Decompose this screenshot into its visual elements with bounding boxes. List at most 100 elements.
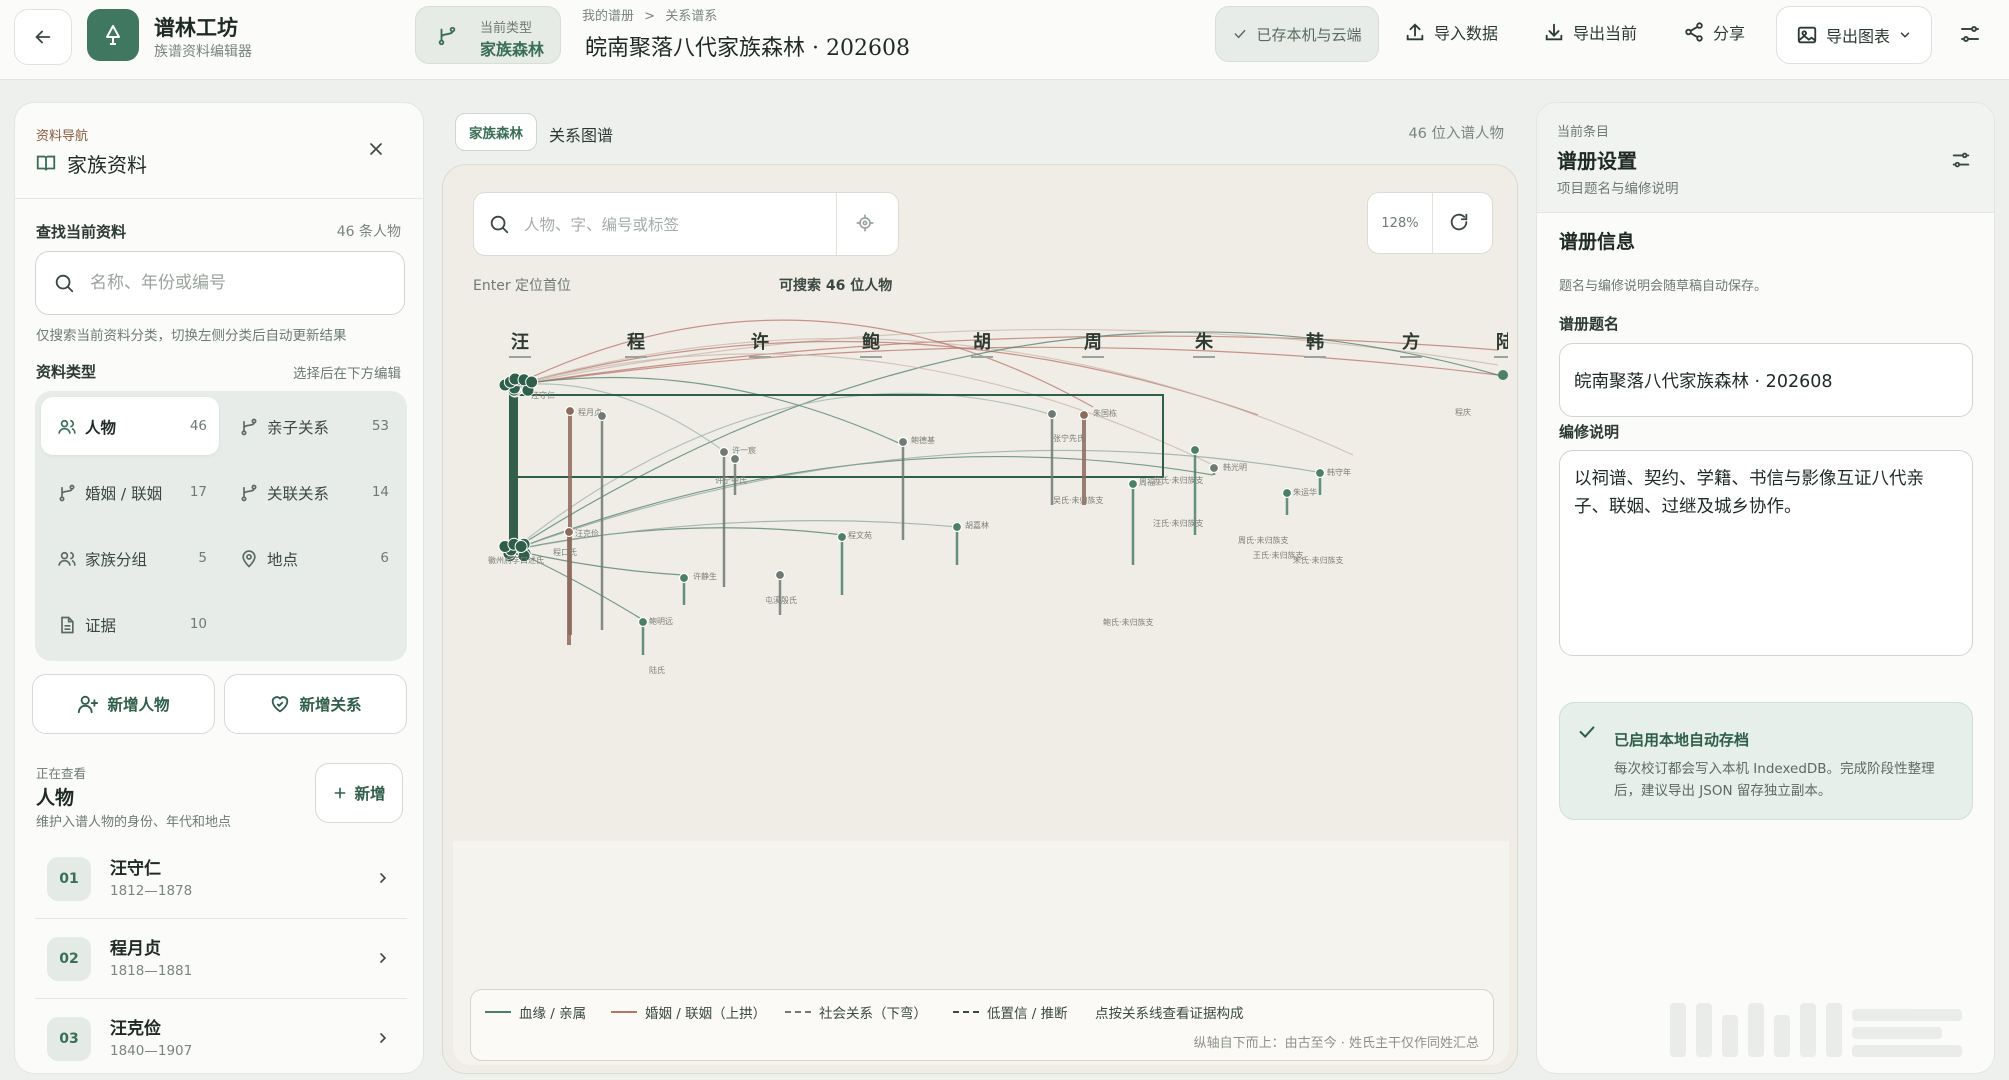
person-node-label[interactable]: 徽州府学口述氏: [488, 555, 544, 566]
add-person-button[interactable]: 新增人物: [32, 674, 215, 734]
person-node-label[interactable]: 周福三: [1139, 477, 1163, 488]
export-current-label: 导出当前: [1573, 24, 1638, 43]
person-node[interactable]: [1314, 467, 1326, 479]
register-title-field[interactable]: [1559, 343, 1973, 417]
locate-icon[interactable]: [855, 213, 875, 237]
resource-search-box[interactable]: [35, 251, 405, 315]
relation-edge[interactable]: [512, 449, 1324, 551]
graph-search-box[interactable]: [473, 192, 899, 256]
surname-column-header[interactable]: 朱: [1193, 328, 1215, 358]
person-node[interactable]: [1498, 370, 1508, 380]
surname-column-header[interactable]: 韩: [1304, 328, 1326, 358]
person-node-label[interactable]: 朱国栋: [1093, 408, 1117, 419]
person-node-label[interactable]: 韩光明: [1223, 462, 1247, 473]
breadcrumb-item[interactable]: 关系谱系: [665, 9, 717, 24]
person-node-label[interactable]: 屯溪殷氏: [765, 595, 797, 606]
person-node-label[interactable]: 朱运华: [1293, 487, 1317, 498]
category-family-group[interactable]: 家族分组 5: [41, 529, 219, 587]
person-node[interactable]: [564, 405, 576, 417]
person-node[interactable]: [1208, 462, 1220, 474]
export-current-button[interactable]: 导出当前: [1543, 20, 1637, 44]
surname-column-header[interactable]: 汪: [509, 328, 531, 358]
person-node-label[interactable]: 许静生: [693, 571, 717, 582]
person-node-label[interactable]: 程月贞: [578, 407, 602, 418]
editorial-note-field[interactable]: 以祠谱、契约、学籍、书信与影像互证八代亲子、联姻、过继及城乡协作。: [1559, 450, 1973, 656]
list-item[interactable]: 02 程月贞 1818—1881: [35, 921, 407, 999]
surname-column-header[interactable]: 许: [749, 328, 771, 358]
list-item[interactable]: 03 汪克俭 1840—1907: [35, 1001, 407, 1073]
person-node-label[interactable]: 韩守年: [1327, 467, 1351, 478]
add-relation-label: 新增关系: [299, 696, 362, 714]
person-node[interactable]: [836, 531, 848, 543]
person-index: 03: [47, 1017, 91, 1061]
surname-column-header[interactable]: 程: [625, 328, 647, 358]
person-node-label[interactable]: 陆氏: [649, 665, 665, 676]
person-node[interactable]: [951, 521, 963, 533]
graph-search-input[interactable]: [524, 209, 824, 241]
import-data-button[interactable]: 导入数据: [1404, 20, 1498, 44]
person-node-label[interactable]: 吴氏·未归族支: [1053, 495, 1104, 506]
person-node-label[interactable]: 汪氏·未归族支: [1153, 518, 1204, 529]
close-icon[interactable]: [366, 139, 386, 163]
relation-graph[interactable]: [453, 175, 1509, 985]
breadcrumb-item[interactable]: 我的谱册: [582, 9, 634, 24]
export-chart-dropdown[interactable]: 导出图表: [1776, 6, 1932, 64]
person-node[interactable]: [563, 526, 575, 538]
add-relation-button[interactable]: 新增关系: [224, 674, 407, 734]
person-node[interactable]: [514, 539, 528, 553]
person-node[interactable]: [1078, 409, 1090, 421]
person-node-label[interactable]: 许宁中氏: [715, 475, 747, 486]
person-node-label[interactable]: 程口氏: [553, 547, 577, 558]
share-button[interactable]: 分享: [1683, 20, 1745, 44]
resource-search-input[interactable]: [90, 266, 390, 300]
person-node-label[interactable]: 汪克俭: [575, 528, 599, 539]
tab-relation-graph[interactable]: 关系图谱: [549, 122, 613, 146]
person-node-label[interactable]: 鲍明远: [649, 616, 673, 627]
surname-column-header[interactable]: 陆: [1494, 328, 1508, 358]
sliders-icon[interactable]: [1950, 149, 1972, 175]
category-marriage[interactable]: 婚姻 / 联姻 17: [41, 463, 219, 521]
list-item[interactable]: 01 汪守仁 1812—1878: [35, 841, 407, 919]
person-node-label[interactable]: 张宁先氏: [1053, 433, 1085, 444]
person-node[interactable]: [1046, 408, 1058, 420]
category-people[interactable]: 人物 46: [41, 397, 219, 455]
right-panel-header: 当前条目 谱册设置 项目题名与编修说明: [1537, 103, 1994, 213]
category-place[interactable]: 地点 6: [223, 529, 401, 587]
person-node[interactable]: [718, 446, 730, 458]
person-node[interactable]: [897, 436, 909, 448]
person-node-label[interactable]: 胡嘉林: [965, 520, 989, 531]
person-node-label[interactable]: 鲍德基: [911, 435, 935, 446]
person-node-label[interactable]: 许一宸: [732, 445, 756, 456]
person-node[interactable]: [1127, 478, 1139, 490]
current-type-switch[interactable]: 当前类型 家族森林: [415, 6, 561, 64]
category-count: 53: [371, 418, 389, 434]
zoom-level[interactable]: 128%: [1368, 193, 1432, 253]
person-node-label[interactable]: 汪守仁: [531, 390, 555, 401]
surname-column-header[interactable]: 周: [1082, 328, 1104, 358]
category-count: 6: [380, 550, 389, 566]
new-record-button[interactable]: 新增: [315, 763, 403, 823]
person-node-label[interactable]: 周氏·未归族支: [1238, 535, 1289, 546]
person-node-label[interactable]: 程文苑: [848, 530, 872, 541]
person-node[interactable]: [637, 616, 649, 628]
surname-column-header[interactable]: 方: [1400, 328, 1422, 358]
person-node-label[interactable]: 程庆: [1455, 407, 1471, 418]
reset-view-icon[interactable]: [1448, 211, 1470, 237]
person-node[interactable]: [525, 375, 539, 389]
back-button[interactable]: [14, 9, 72, 65]
category-association[interactable]: 关联关系 14: [223, 463, 401, 521]
person-node[interactable]: [1281, 487, 1293, 499]
person-node-label[interactable]: 鲍氏·未归族支: [1103, 617, 1154, 628]
category-parent-child[interactable]: 亲子关系 53: [223, 397, 401, 455]
surname-column-header[interactable]: 鲍: [860, 328, 882, 358]
relation-edge[interactable]: [514, 328, 1499, 386]
category-evidence[interactable]: 证据 10: [41, 595, 219, 653]
graph-canvas[interactable]: 汪守仁 程月贞 许一宸 鲍德基 朱国栋 张宁先氏 韩光明 苏氏·未归族支 汪克俭 程文苑 胡嘉林 周福…: [453, 175, 1509, 1065]
tab-family-forest[interactable]: 家族森林: [455, 113, 537, 151]
surname-column-header[interactable]: 胡: [971, 328, 993, 358]
person-node-label[interactable]: 朱氏·未归族支: [1293, 555, 1344, 566]
person-node[interactable]: [774, 569, 786, 581]
settings-sliders-button[interactable]: [1958, 22, 1982, 50]
person-node[interactable]: [1189, 444, 1201, 456]
person-node[interactable]: [678, 572, 690, 584]
